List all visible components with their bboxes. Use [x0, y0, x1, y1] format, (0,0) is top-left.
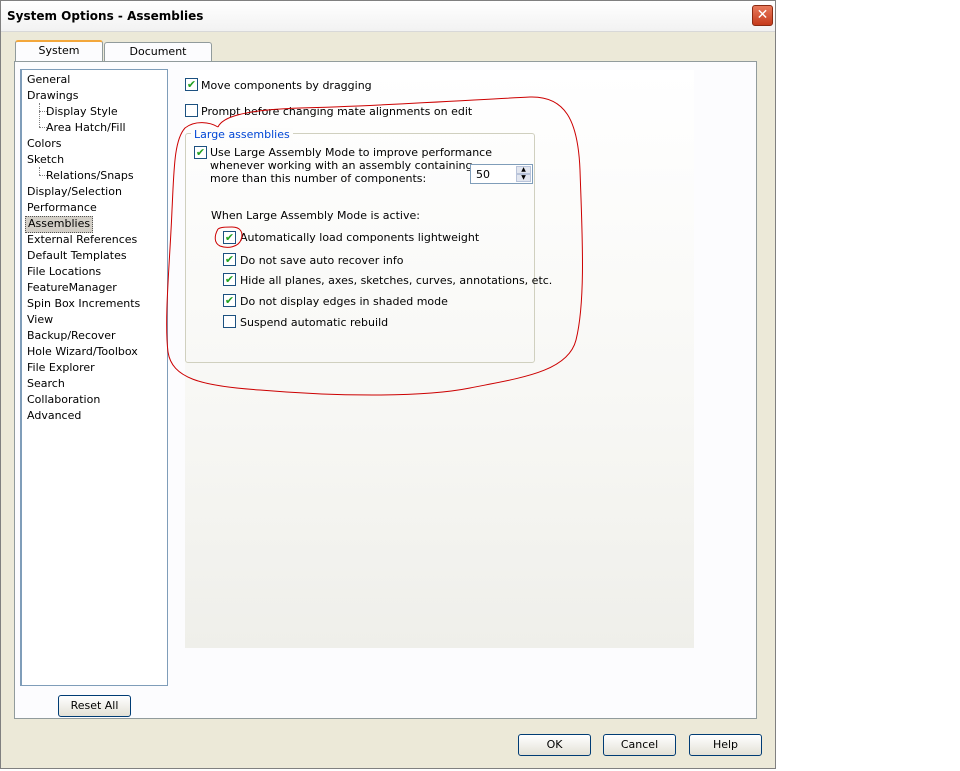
hide-planes-checkbox[interactable]: ✔: [223, 273, 236, 286]
use-mode-label-line2: whenever working with an assembly contai…: [210, 159, 473, 172]
tree-item-performance[interactable]: Performance: [27, 200, 97, 215]
tree-item-relations-snaps[interactable]: Relations/Snaps: [46, 168, 134, 183]
use-large-assembly-mode-checkbox[interactable]: ✔: [194, 146, 207, 159]
tree-item-display-style[interactable]: Display Style: [46, 104, 118, 119]
spin-up-icon[interactable]: ▲: [516, 166, 531, 174]
use-mode-label-line1: Use Large Assembly Mode to improve perfo…: [210, 146, 492, 159]
tree-item-colors[interactable]: Colors: [27, 136, 61, 151]
tree-item-default-templates[interactable]: Default Templates: [27, 248, 127, 263]
tree-item-drawings[interactable]: Drawings: [27, 88, 78, 103]
tree-item-spin-box-increments[interactable]: Spin Box Increments: [27, 296, 140, 311]
check-icon: ✔: [224, 273, 235, 286]
help-button[interactable]: Help: [689, 734, 762, 756]
tree-item-hole-wizard-toolbox[interactable]: Hole Wizard/Toolbox: [27, 344, 138, 359]
tree-item-area-hatch-fill[interactable]: Area Hatch/Fill: [46, 120, 126, 135]
tree-item-file-locations[interactable]: File Locations: [27, 264, 101, 279]
check-icon: ✔: [195, 146, 206, 159]
close-icon[interactable]: ✕: [752, 5, 773, 26]
no-edges-shaded-checkbox[interactable]: ✔: [223, 294, 236, 307]
component-threshold-spinbox[interactable]: 50 ▲ ▼: [470, 164, 533, 184]
ok-button[interactable]: OK: [518, 734, 591, 756]
check-icon: ✔: [224, 231, 235, 244]
tree-item-external-references[interactable]: External References: [27, 232, 137, 247]
no-auto-recover-label: Do not save auto recover info: [240, 254, 404, 267]
tree-item-display-selection[interactable]: Display/Selection: [27, 184, 122, 199]
no-edges-shaded-label: Do not display edges in shaded mode: [240, 295, 448, 308]
reset-all-button[interactable]: Reset All: [58, 695, 131, 717]
use-mode-label-line3: more than this number of components:: [210, 172, 427, 185]
move-by-dragging-label: Move components by dragging: [201, 79, 372, 92]
when-active-label: When Large Assembly Mode is active:: [211, 209, 420, 222]
tab-document-properties[interactable]: Document Properties: [104, 42, 212, 76]
tree-item-collaboration[interactable]: Collaboration: [27, 392, 100, 407]
hide-planes-label: Hide all planes, axes, sketches, curves,…: [240, 274, 553, 287]
tab-system-options[interactable]: System Options: [15, 40, 103, 75]
tree-item-advanced[interactable]: Advanced: [27, 408, 81, 423]
tree-item-view[interactable]: View: [27, 312, 53, 327]
tree-item-search[interactable]: Search: [27, 376, 65, 391]
suspend-rebuild-checkbox[interactable]: [223, 315, 236, 328]
title-bar[interactable]: System Options - Assemblies ✕: [1, 1, 775, 32]
no-auto-recover-checkbox[interactable]: ✔: [223, 253, 236, 266]
tree-item-sketch[interactable]: Sketch: [27, 152, 64, 167]
tree-item-assemblies[interactable]: Assemblies: [25, 216, 94, 233]
large-assemblies-title: Large assemblies: [191, 128, 293, 141]
cancel-button[interactable]: Cancel: [603, 734, 676, 756]
tree-item-file-explorer[interactable]: File Explorer: [27, 360, 95, 375]
check-icon: ✔: [224, 294, 235, 307]
suspend-rebuild-label: Suspend automatic rebuild: [240, 316, 389, 329]
move-by-dragging-checkbox[interactable]: ✔: [185, 78, 198, 91]
spin-down-icon[interactable]: ▼: [516, 174, 531, 182]
tree-item-backup-recover[interactable]: Backup/Recover: [27, 328, 116, 343]
tree-item-general[interactable]: General: [27, 72, 70, 87]
tree-connector: [39, 103, 40, 127]
load-lightweight-label: Automatically load components lightweigh…: [240, 231, 480, 244]
check-icon: ✔: [186, 78, 197, 91]
threshold-value: 50: [476, 168, 490, 181]
load-lightweight-checkbox[interactable]: ✔: [223, 231, 236, 244]
prompt-mate-label: Prompt before changing mate alignments o…: [201, 105, 473, 118]
check-icon: ✔: [224, 253, 235, 266]
window-title: System Options - Assemblies: [7, 9, 204, 23]
tree-item-featuremanager[interactable]: FeatureManager: [27, 280, 117, 295]
prompt-mate-checkbox[interactable]: [185, 104, 198, 117]
tree-connector: [39, 167, 40, 175]
